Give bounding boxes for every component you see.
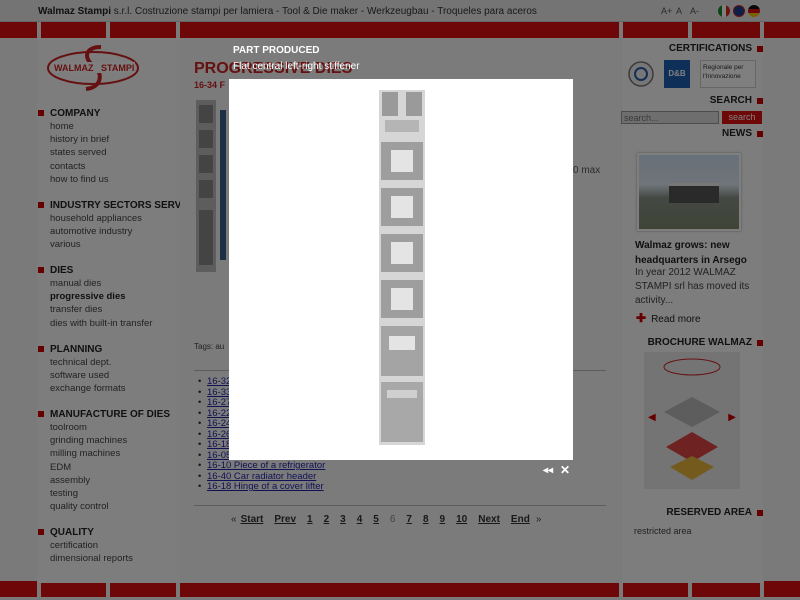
progressive-strip-image [379, 90, 425, 445]
lightbox-close-button[interactable]: ✕ [560, 463, 570, 477]
lightbox-caption: Flat central left-right stiffener [233, 61, 360, 72]
lightbox-prev-button[interactable]: ◂◂ [543, 465, 553, 476]
lightbox-title: PART PRODUCED [233, 45, 320, 56]
